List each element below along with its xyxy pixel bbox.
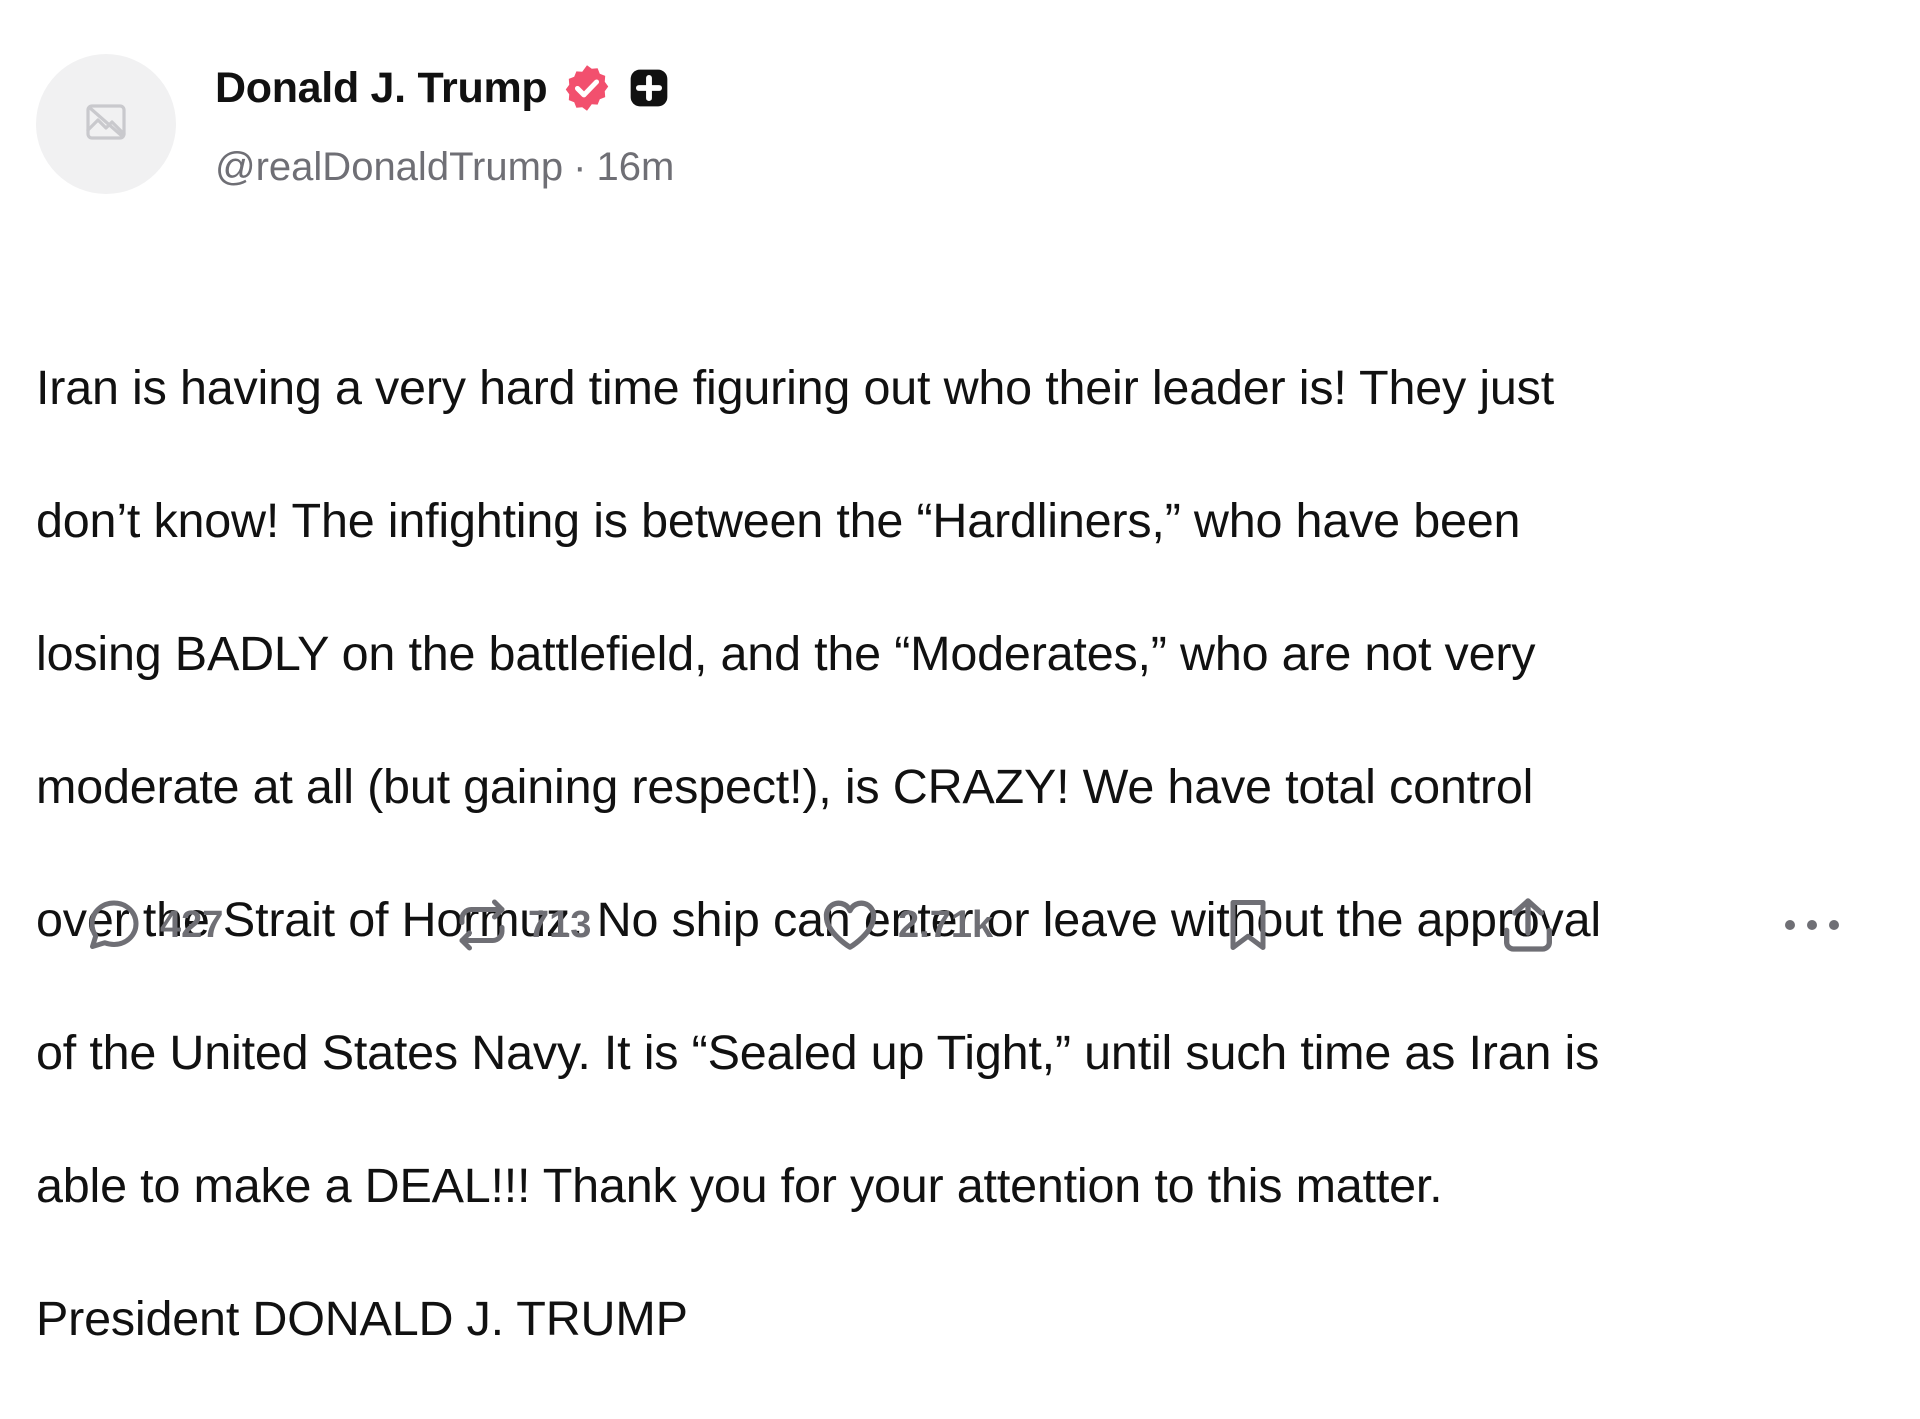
post-body-line: Iran is having a very hard time figuring…	[36, 360, 1555, 415]
heart-icon	[818, 893, 882, 957]
like-button[interactable]: 2.71k	[818, 890, 993, 960]
post-body-line: able to make a DEAL!!! Thank you for you…	[36, 1158, 1443, 1213]
post-body-line: of the United States Navy. It is “Sealed…	[36, 1025, 1600, 1080]
post-card: Donald J. Trump @realDonaldTrump · 16m I…	[0, 0, 1920, 1346]
verified-badge-icon	[561, 62, 613, 114]
bookmark-icon	[1218, 893, 1278, 957]
more-options-button[interactable]	[1780, 890, 1844, 960]
author-meta-row: @realDonaldTrump · 16m	[215, 142, 674, 192]
author-display-name[interactable]: Donald J. Trump	[215, 64, 548, 113]
author-handle[interactable]: @realDonaldTrump	[215, 145, 563, 190]
post-body-line: President DONALD J. TRUMP	[36, 1291, 688, 1346]
post-body-line: moderate at all (but gaining respect!), …	[36, 759, 1534, 814]
reply-button[interactable]: 427	[84, 890, 223, 960]
avatar[interactable]	[36, 54, 176, 194]
like-count: 2.71k	[898, 903, 994, 946]
action-bar: 427 713 2.71k	[0, 890, 1920, 960]
share-button[interactable]	[1496, 890, 1560, 960]
repost-arrows-icon	[452, 895, 512, 955]
repost-count: 713	[528, 903, 592, 946]
more-dots-icon	[1780, 913, 1844, 937]
plus-badge-icon	[627, 66, 671, 110]
broken-image-icon	[82, 98, 130, 151]
post-body-line: don’t know! The infighting is between th…	[36, 493, 1521, 548]
meta-separator: ·	[573, 144, 587, 189]
post-timestamp[interactable]: 16m	[596, 145, 674, 190]
bookmark-button[interactable]	[1218, 890, 1278, 960]
post-body: Iran is having a very hard time figuring…	[36, 288, 1896, 1419]
reply-count: 427	[160, 903, 224, 946]
share-upload-icon	[1496, 893, 1560, 957]
post-body-line: losing BADLY on the battlefield, and the…	[36, 626, 1536, 681]
author-name-row: Donald J. Trump	[215, 60, 671, 116]
speech-bubble-icon	[84, 895, 144, 955]
repost-button[interactable]: 713	[452, 890, 591, 960]
